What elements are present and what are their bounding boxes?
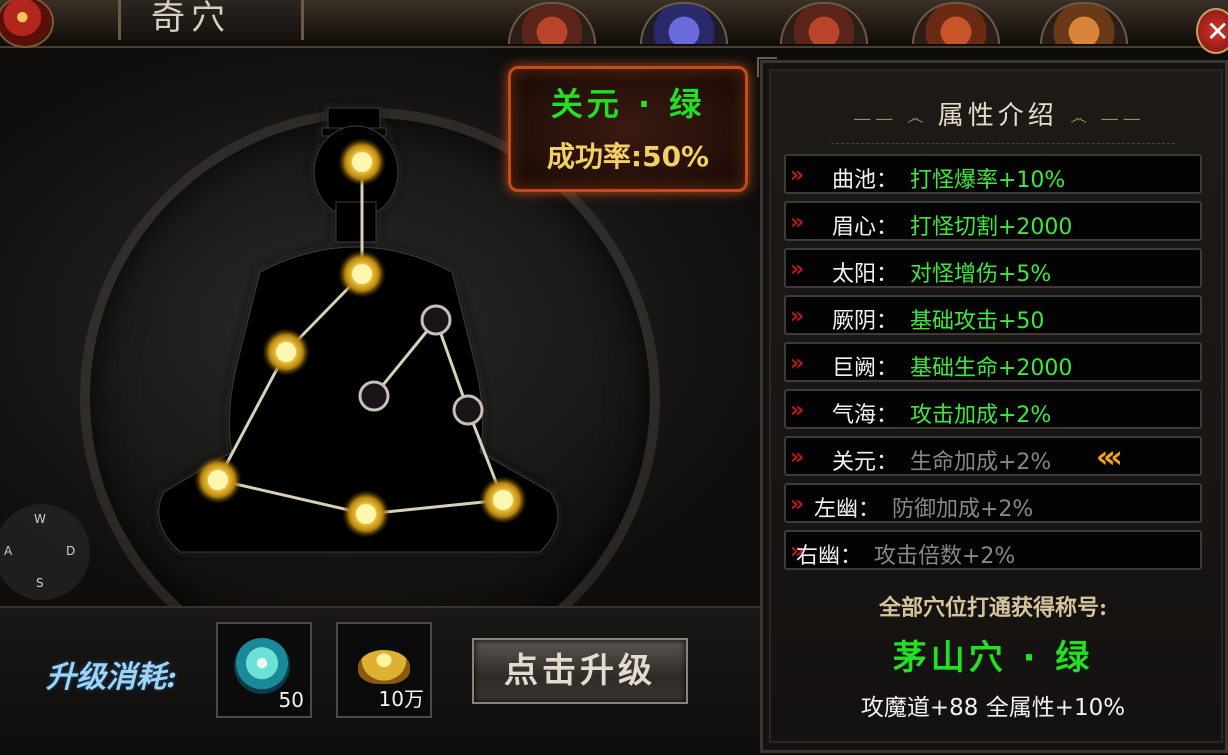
acupoint-taiyang[interactable] <box>262 328 310 376</box>
window-title-tab: 奇穴 <box>118 0 304 40</box>
attribute-row: » 眉心： 打怪切割+2000 <box>784 201 1202 241</box>
attribute-name: 曲池： <box>832 168 899 193</box>
acupoint-youyou[interactable] <box>358 380 390 412</box>
title-divider <box>831 143 1175 144</box>
attribute-row: » 太阳： 对怪增伤+5% <box>784 248 1202 288</box>
double-chevron-icon: » <box>790 163 804 188</box>
gold-ingot-icon <box>358 650 410 684</box>
attribute-value: 打怪爆率+10% <box>910 168 1066 193</box>
double-chevron-icon: » <box>790 445 804 470</box>
attribute-row: » 左幽： 防御加成+2% <box>784 483 1202 523</box>
yin-yang-icon[interactable] <box>0 0 54 48</box>
acupoint-meixin[interactable] <box>338 250 386 298</box>
double-chevron-icon: » <box>790 257 804 282</box>
flower-icon[interactable] <box>640 2 728 44</box>
upgrade-button[interactable]: 点击升级 <box>472 638 688 704</box>
upgrade-cost-label: 升级消耗: <box>46 660 178 695</box>
double-chevron-icon: » <box>790 351 804 376</box>
acupoint-qihai[interactable] <box>479 476 527 524</box>
attribute-row: » 右幽： 攻击倍数+2% <box>784 530 1202 570</box>
double-chevron-icon: » <box>790 210 804 235</box>
joystick-down: S <box>36 576 44 590</box>
cost-item-gold-ingot[interactable]: 10万 <box>336 622 432 718</box>
attribute-row: » 巨阙： 基础生命+2000 <box>784 342 1202 382</box>
attribute-row: » 厥阴： 基础攻击+50 <box>784 295 1202 335</box>
attribute-row: » 曲池： 打怪爆率+10% <box>784 154 1202 194</box>
joystick-right: D <box>66 544 76 558</box>
acupoint-juque[interactable] <box>342 490 390 538</box>
attribute-value: 生命加成+2% <box>910 450 1052 475</box>
acupoint-jueyin[interactable] <box>194 456 242 504</box>
close-button[interactable]: ✕ <box>1196 8 1228 54</box>
attribute-value: 对怪增伤+5% <box>910 262 1052 287</box>
acupoint-info-box: 关元 · 绿 成功率:50% <box>508 66 748 192</box>
joystick-left: A <box>4 544 13 558</box>
robe-icon[interactable] <box>780 2 868 44</box>
attribute-name: 厥阴： <box>832 309 899 334</box>
attribute-panel-title: —— ෴ 属性介绍 ෴ —— <box>771 95 1227 132</box>
double-chevron-icon: » <box>790 398 804 423</box>
close-icon: ✕ <box>1206 15 1228 48</box>
attribute-value: 防御加成+2% <box>892 497 1034 522</box>
reward-bonus: 攻魔道+88 全属性+10% <box>860 695 1126 721</box>
reward-title: 茅山穴 · 绿 <box>892 638 1094 678</box>
item-quantity: 10万 <box>378 687 424 711</box>
window-title: 奇穴 <box>151 0 231 38</box>
pouch-icon[interactable] <box>912 2 1000 44</box>
scroll-icon[interactable] <box>508 2 596 44</box>
attribute-value: 攻击倍数+2% <box>874 544 1016 569</box>
attribute-name: 关元： <box>832 450 899 475</box>
attribute-panel-title-text: 属性介绍 <box>937 101 1058 131</box>
meridian-lines <box>216 162 505 516</box>
attribute-name: 气海： <box>832 403 899 428</box>
item-quantity: 50 <box>278 688 304 712</box>
attribute-name: 眉心： <box>832 215 899 240</box>
attribute-name: 巨阙： <box>832 356 899 381</box>
attribute-row: » 关元： 生命加成+2% «« <box>784 436 1202 476</box>
acupoint-zuoyou[interactable] <box>420 304 452 336</box>
acupoint-guanyuan[interactable] <box>452 394 484 426</box>
scroll-bundle-icon[interactable] <box>1040 2 1128 44</box>
attribute-name: 太阳： <box>832 262 899 287</box>
spirit-orb-icon <box>234 638 290 694</box>
attribute-name: 右幽： <box>796 544 863 569</box>
acupoint-quchi[interactable] <box>338 138 386 186</box>
acupoint-name: 关元 · 绿 <box>550 85 706 123</box>
attribute-value: 打怪切割+2000 <box>910 215 1073 240</box>
success-rate: 成功率:50% <box>546 140 710 173</box>
attribute-value: 攻击加成+2% <box>910 403 1052 428</box>
reward-label: 全部穴位打通获得称号: <box>878 595 1108 621</box>
cloud-ornament-icon: ෴ —— <box>1070 108 1145 129</box>
attribute-value: 基础攻击+50 <box>910 309 1045 334</box>
attribute-value: 基础生命+2000 <box>910 356 1073 381</box>
double-chevron-icon: » <box>790 304 804 329</box>
joystick-up: W <box>34 512 46 526</box>
current-point-arrow-icon: «« <box>1096 440 1123 475</box>
double-chevron-icon: » <box>790 492 804 517</box>
cost-item-spirit-orb[interactable]: 50 <box>216 622 312 718</box>
cloud-ornament-icon: —— ෴ <box>853 108 938 129</box>
attribute-name: 左幽： <box>814 497 881 522</box>
attribute-row: » 气海： 攻击加成+2% <box>784 389 1202 429</box>
top-bar: 奇穴 <box>0 0 1228 48</box>
